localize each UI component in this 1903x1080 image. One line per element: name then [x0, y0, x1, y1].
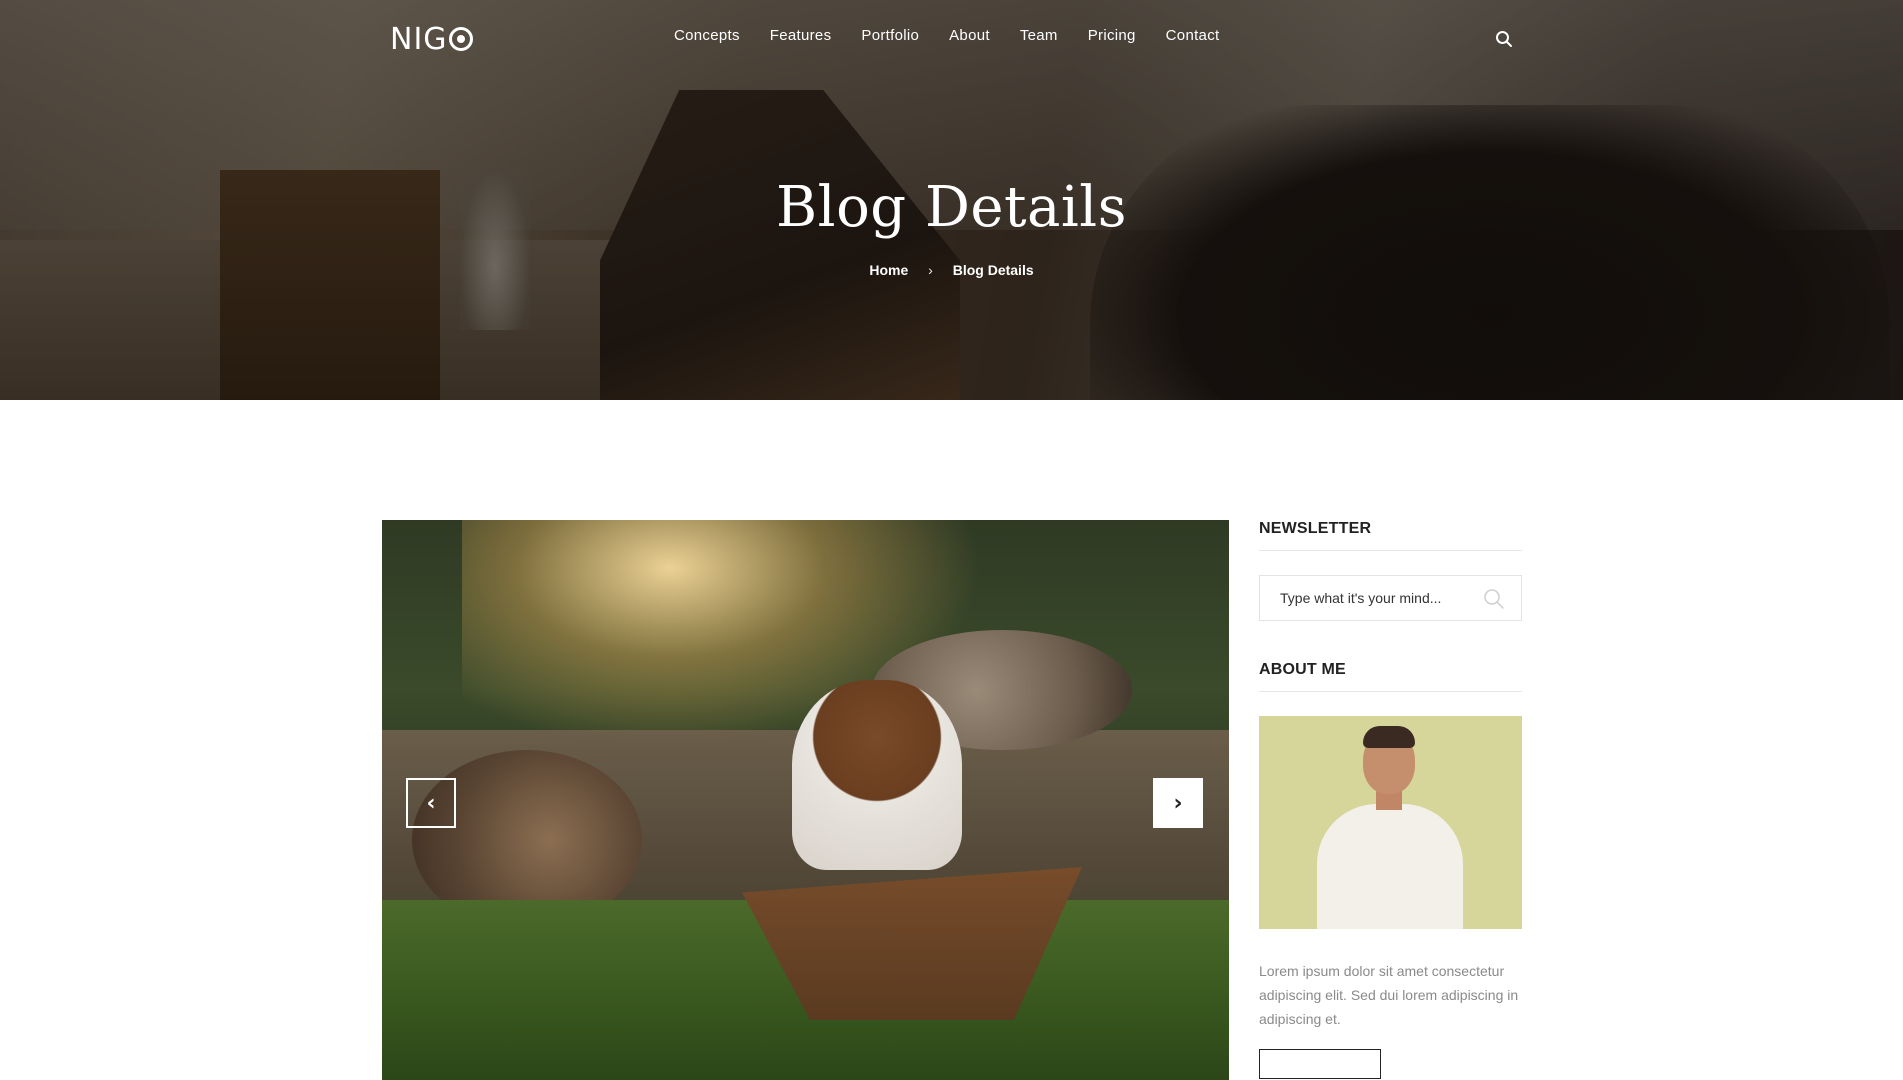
main-navigation: NIG Concepts Features Portfolio About Te… [0, 0, 1903, 76]
about-photo [1259, 716, 1522, 929]
nav-item-team[interactable]: Team [1020, 27, 1058, 44]
blog-image-slider: ‹ › [382, 520, 1229, 1080]
nav-item-portfolio[interactable]: Portfolio [861, 27, 919, 44]
nav-item-concepts[interactable]: Concepts [674, 27, 740, 44]
slider-prev-button[interactable]: ‹ [406, 778, 456, 828]
page-title: Blog Details [776, 175, 1127, 240]
search-icon[interactable] [1483, 588, 1505, 610]
search-icon[interactable] [1495, 30, 1513, 48]
newsletter-title: NEWSLETTER [1259, 520, 1522, 551]
nav-item-features[interactable]: Features [770, 27, 832, 44]
logo-ring-icon [448, 27, 473, 51]
about-photo-hair [1363, 726, 1415, 748]
site-logo[interactable]: NIG [390, 21, 473, 57]
breadcrumb-current: Blog Details [952, 262, 1034, 279]
about-read-more-button[interactable] [1259, 1049, 1381, 1079]
nav-item-about[interactable]: About [949, 27, 990, 44]
hero-banner: NIG Concepts Features Portfolio About Te… [0, 0, 1903, 400]
about-widget: ABOUT ME Lorem ipsum dolor sit amet cons… [1259, 661, 1522, 1079]
breadcrumb-separator-icon: › [928, 262, 933, 279]
breadcrumb: Home › Blog Details [0, 261, 1903, 278]
about-text: Lorem ipsum dolor sit amet consectetur a… [1259, 963, 1519, 1027]
sidebar: NEWSLETTER ABOUT ME Lorem ipsum dolor si… [1259, 520, 1522, 1079]
chevron-right-icon: › [1173, 790, 1183, 816]
about-photo-body [1317, 804, 1463, 929]
breadcrumb-home-link[interactable]: Home [869, 262, 908, 278]
slider-next-button[interactable]: › [1153, 778, 1203, 828]
newsletter-widget: NEWSLETTER [1259, 520, 1522, 621]
slider-image-child [792, 680, 962, 870]
about-title: ABOUT ME [1259, 661, 1522, 692]
nav-item-pricing[interactable]: Pricing [1088, 27, 1136, 44]
nav-item-contact[interactable]: Contact [1166, 27, 1220, 44]
newsletter-form [1259, 575, 1522, 621]
chevron-left-icon: ‹ [426, 790, 436, 816]
newsletter-input[interactable] [1260, 576, 1480, 620]
logo-text: NIG [390, 21, 448, 57]
nav-menu: Concepts Features Portfolio About Team P… [674, 27, 1249, 44]
